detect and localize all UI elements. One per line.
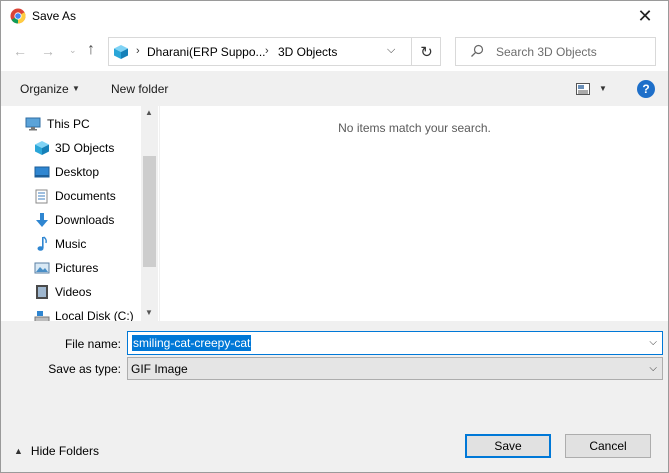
- view-options-icon[interactable]: [576, 83, 590, 95]
- hide-folders-toggle[interactable]: ▲ Hide Folders: [14, 444, 99, 458]
- sidebar-item-3d-objects[interactable]: 3D Objects: [1, 136, 141, 160]
- pictures-icon: [34, 262, 50, 274]
- empty-state-message: No items match your search.: [338, 121, 491, 135]
- file-name-value[interactable]: smiling-cat-creepy-cat: [132, 335, 252, 351]
- navigation-pane: This PC 3D Objects Desktop Documents Dow…: [1, 106, 159, 321]
- disk-icon: [34, 311, 50, 321]
- cube-icon: [114, 45, 128, 59]
- sidebar-item-local-disk[interactable]: Local Disk (C:): [1, 304, 141, 321]
- breadcrumb-separator-icon: ›: [265, 45, 269, 57]
- help-button[interactable]: ?: [637, 80, 655, 98]
- forward-arrow-icon[interactable]: →: [41, 43, 55, 59]
- scrollbar-thumb[interactable]: [143, 156, 156, 267]
- save-as-type-select[interactable]: GIF Image ⌵: [127, 357, 663, 380]
- videos-icon: [36, 285, 48, 299]
- save-button[interactable]: Save: [465, 434, 551, 458]
- new-folder-button[interactable]: New folder: [111, 82, 168, 96]
- sidebar-item-videos[interactable]: Videos: [1, 280, 141, 304]
- sidebar-item-desktop[interactable]: Desktop: [1, 160, 141, 184]
- organize-caret-icon[interactable]: ▼: [72, 84, 80, 93]
- save-as-type-label: Save as type:: [48, 362, 121, 376]
- computer-icon: [25, 117, 41, 131]
- title-bar: Save As ✕: [1, 1, 668, 32]
- help-icon: ?: [642, 82, 650, 96]
- command-toolbar: Organize ▼ New folder ▼ ?: [1, 71, 668, 106]
- organize-button[interactable]: Organize: [20, 82, 69, 96]
- save-as-dialog: Save As ✕ ← → ⌄ ↑ › Dharani(ERP Suppo...…: [0, 0, 669, 473]
- file-list-area[interactable]: No items match your search.: [159, 106, 668, 321]
- file-name-label: File name:: [64, 337, 121, 351]
- sidebar-item-label: Pictures: [55, 261, 99, 275]
- file-name-field[interactable]: smiling-cat-creepy-cat ⌵: [127, 331, 663, 355]
- sidebar-item-label: Local Disk (C:): [55, 309, 134, 321]
- music-icon: [37, 236, 47, 251]
- close-button[interactable]: ✕: [622, 1, 668, 32]
- search-icon: [471, 44, 484, 57]
- breadcrumb-separator-icon: ›: [136, 45, 140, 57]
- hide-folders-label: Hide Folders: [30, 444, 99, 458]
- cancel-button[interactable]: Cancel: [565, 434, 651, 458]
- up-arrow-icon[interactable]: ↑: [87, 41, 95, 59]
- recent-locations-chevron-icon[interactable]: ⌄: [69, 45, 77, 56]
- search-placeholder: Search 3D Objects: [496, 45, 597, 59]
- refresh-icon: ↻: [420, 43, 433, 61]
- save-as-type-dropdown-icon[interactable]: ⌵: [649, 363, 657, 374]
- sidebar-item-this-pc[interactable]: This PC: [1, 112, 141, 136]
- address-history-dropdown-icon[interactable]: ⌵: [387, 44, 395, 57]
- navigation-pane-scrollbar[interactable]: ▲ ▼: [141, 106, 158, 321]
- sidebar-item-label: 3D Objects: [55, 141, 115, 155]
- sidebar-item-label: Music: [55, 237, 87, 251]
- chevron-up-icon: ▲: [14, 446, 23, 456]
- address-bar[interactable]: › Dharani(ERP Suppo... › 3D Objects ⌵ ↻: [108, 37, 441, 66]
- sidebar-item-label: Desktop: [55, 165, 100, 179]
- cube-icon: [35, 141, 49, 155]
- back-arrow-icon[interactable]: ←: [13, 43, 27, 59]
- download-icon: [36, 213, 48, 227]
- save-form: File name: smiling-cat-creepy-cat ⌵ Save…: [1, 321, 668, 472]
- sidebar-item-label: Downloads: [55, 213, 115, 227]
- desktop-icon: [34, 166, 50, 178]
- close-icon: ✕: [637, 6, 653, 26]
- breadcrumb-3d-objects[interactable]: 3D Objects: [278, 45, 337, 59]
- sidebar-item-label: Documents: [55, 189, 116, 203]
- breadcrumb-user[interactable]: Dharani(ERP Suppo...: [147, 45, 266, 59]
- save-as-type-value: GIF Image: [131, 362, 188, 376]
- view-caret-icon[interactable]: ▼: [599, 84, 607, 93]
- sidebar-item-documents[interactable]: Documents: [1, 184, 141, 208]
- search-input[interactable]: Search 3D Objects: [455, 37, 656, 66]
- navigation-bar: ← → ⌄ ↑ › Dharani(ERP Suppo... › 3D Obje…: [1, 32, 668, 71]
- sidebar-item-downloads[interactable]: Downloads: [1, 208, 141, 232]
- sidebar-item-label: Videos: [55, 285, 92, 299]
- documents-icon: [35, 189, 48, 204]
- sidebar-item-label: This PC: [47, 117, 90, 131]
- sidebar-item-pictures[interactable]: Pictures: [1, 256, 141, 280]
- chrome-icon: [10, 8, 26, 24]
- scroll-down-arrow-icon[interactable]: ▼: [145, 308, 153, 317]
- sidebar-item-music[interactable]: Music: [1, 232, 141, 256]
- file-name-dropdown-icon[interactable]: ⌵: [649, 337, 657, 348]
- window-title: Save As: [32, 9, 77, 23]
- scroll-up-arrow-icon[interactable]: ▲: [145, 108, 153, 117]
- refresh-button[interactable]: ↻: [412, 38, 441, 65]
